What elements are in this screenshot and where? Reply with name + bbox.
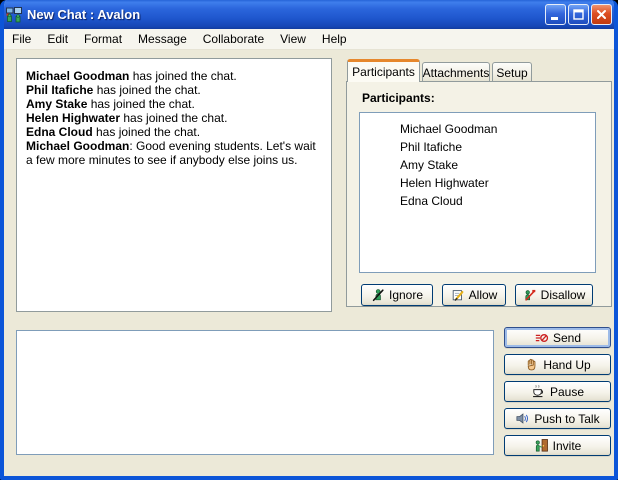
ignore-button[interactable]: Ignore [361, 284, 433, 306]
participant-item[interactable]: Michael Goodman [360, 120, 595, 138]
invite-person-door-icon [534, 438, 549, 453]
disallow-person-red-slash-icon [523, 288, 537, 302]
maximize-button[interactable] [568, 4, 589, 25]
minimize-icon [548, 7, 563, 22]
close-icon [594, 7, 609, 22]
participant-item[interactable]: Helen Highwater [360, 174, 595, 192]
send-icon [534, 331, 549, 345]
allow-note-pencil-icon [451, 288, 465, 302]
hand-up-button[interactable]: Hand Up [504, 354, 611, 375]
invite-button-label: Invite [553, 439, 582, 453]
chat-message: Phil Itafiche has joined the chat. [26, 83, 322, 97]
tab-participants[interactable]: Participants [347, 59, 420, 82]
push-to-talk-button-label: Push to Talk [534, 412, 599, 426]
window-title: New Chat : Avalon [27, 7, 543, 22]
speaker-icon [515, 411, 530, 426]
participant-item[interactable]: Edna Cloud [360, 192, 595, 210]
menu-collaborate[interactable]: Collaborate [195, 30, 272, 48]
send-button[interactable]: Send [504, 327, 611, 348]
ignore-person-slash-icon [371, 288, 385, 302]
menu-file[interactable]: File [4, 30, 39, 48]
chat-window: New Chat : Avalon File Edit Format Messa… [0, 0, 618, 480]
disallow-button-label: Disallow [541, 288, 586, 302]
hand-icon [524, 357, 539, 372]
menu-bar: File Edit Format Message Collaborate Vie… [4, 29, 614, 50]
chat-log: Michael Goodman has joined the chat. Phi… [16, 58, 332, 312]
close-button[interactable] [591, 4, 612, 25]
allow-button-label: Allow [469, 288, 498, 302]
pause-button[interactable]: Pause [504, 381, 611, 402]
hand-up-button-label: Hand Up [543, 358, 590, 372]
titlebar[interactable]: New Chat : Avalon [0, 0, 618, 29]
menu-message[interactable]: Message [130, 30, 195, 48]
chat-message: Amy Stake has joined the chat. [26, 97, 322, 111]
message-composer-input[interactable] [16, 330, 494, 455]
minimize-button[interactable] [545, 4, 566, 25]
menu-edit[interactable]: Edit [39, 30, 76, 48]
coffee-cup-icon [531, 384, 546, 399]
chat-message: Michael Goodman has joined the chat. [26, 69, 322, 83]
maximize-icon [571, 7, 586, 22]
send-button-label: Send [553, 331, 581, 345]
participants-list[interactable]: Michael Goodman Phil Itafiche Amy Stake … [359, 112, 596, 273]
menu-help[interactable]: Help [314, 30, 355, 48]
allow-button[interactable]: Allow [442, 284, 506, 306]
push-to-talk-button[interactable]: Push to Talk [504, 408, 611, 429]
menu-view[interactable]: View [272, 30, 314, 48]
menu-format[interactable]: Format [76, 30, 130, 48]
chat-message: Edna Cloud has joined the chat. [26, 125, 322, 139]
participant-item[interactable]: Amy Stake [360, 156, 595, 174]
participants-heading: Participants: [362, 91, 435, 105]
participant-item[interactable]: Phil Itafiche [360, 138, 595, 156]
chat-message: Helen Highwater has joined the chat. [26, 111, 322, 125]
participants-panel: Participants: Michael Goodman Phil Itafi… [346, 81, 612, 307]
invite-button[interactable]: Invite [504, 435, 611, 456]
pause-button-label: Pause [550, 385, 584, 399]
window-icon [6, 7, 22, 23]
tab-attachments[interactable]: Attachments [422, 62, 490, 82]
chat-message: Michael Goodman: Good evening students. … [26, 139, 322, 167]
tab-setup[interactable]: Setup [492, 62, 532, 82]
ignore-button-label: Ignore [389, 288, 423, 302]
disallow-button[interactable]: Disallow [515, 284, 593, 306]
